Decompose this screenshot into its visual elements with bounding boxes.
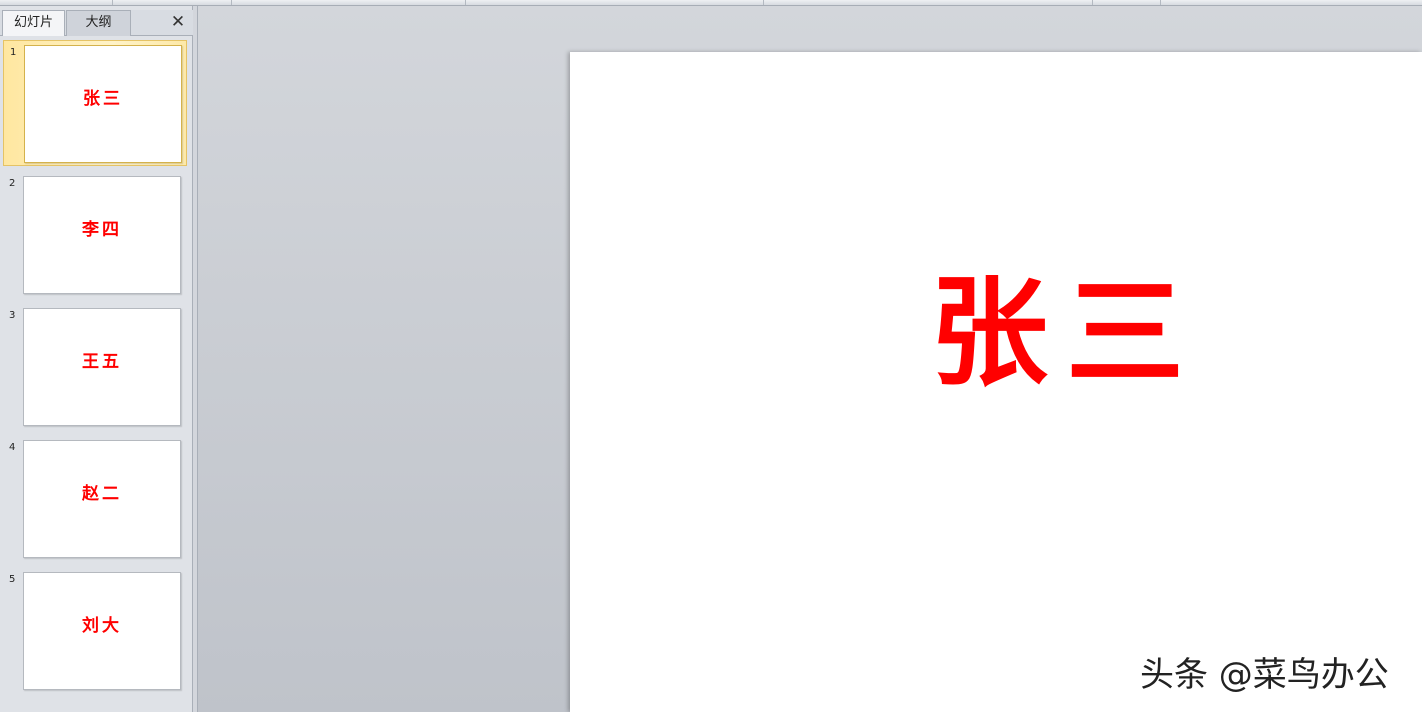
close-icon[interactable]: ✕ xyxy=(169,13,187,31)
tab-outline[interactable]: 大纲 xyxy=(66,10,131,36)
tab-slides[interactable]: 幻灯片 xyxy=(2,10,65,36)
slides-panel: 幻灯片 大纲 ✕ 1 张三 2 李四 3 王五 4 赵二 5 刘大 xyxy=(0,6,193,712)
slide-preview-title: 赵二 xyxy=(82,484,122,504)
panel-tabbar: 幻灯片 大纲 ✕ xyxy=(0,10,193,36)
slide-preview[interactable]: 赵二 xyxy=(23,440,181,558)
slide-preview-title: 张三 xyxy=(83,89,123,109)
slide-canvas[interactable]: 张三 头条 @菜鸟办公 xyxy=(570,52,1422,712)
slide-thumbnail-2[interactable]: 2 李四 xyxy=(3,172,187,298)
toolbar-divider xyxy=(231,0,232,5)
toolbar-divider xyxy=(112,0,113,5)
slide-number: 5 xyxy=(9,574,16,585)
slide-preview[interactable]: 王五 xyxy=(23,308,181,426)
watermark: 头条 @菜鸟办公 xyxy=(1140,655,1389,695)
toolbar-divider xyxy=(1160,0,1161,5)
slide-number: 1 xyxy=(10,47,17,58)
toolbar-divider xyxy=(1092,0,1093,5)
slide-number: 3 xyxy=(9,310,16,321)
toolbar-divider xyxy=(465,0,466,5)
slide-number: 2 xyxy=(9,178,16,189)
slide-thumbnail-list: 1 张三 2 李四 3 王五 4 赵二 5 刘大 xyxy=(0,40,192,712)
slide-preview[interactable]: 李四 xyxy=(23,176,181,294)
slide-title-text[interactable]: 张三 xyxy=(930,274,1202,392)
slide-number: 4 xyxy=(9,442,16,453)
slide-preview-title: 王五 xyxy=(82,352,122,372)
slide-preview-title: 李四 xyxy=(82,220,122,240)
slide-thumbnail-3[interactable]: 3 王五 xyxy=(3,304,187,430)
slide-preview[interactable]: 刘大 xyxy=(23,572,181,690)
slide-preview-title: 刘大 xyxy=(82,616,122,636)
slide-thumbnail-4[interactable]: 4 赵二 xyxy=(3,436,187,562)
slide-thumbnail-1[interactable]: 1 张三 xyxy=(3,40,187,166)
slide-thumbnail-5[interactable]: 5 刘大 xyxy=(3,568,187,694)
toolbar-divider xyxy=(763,0,764,5)
slide-preview[interactable]: 张三 xyxy=(24,45,182,163)
slide-editor: 张三 头条 @菜鸟办公 xyxy=(198,6,1422,712)
